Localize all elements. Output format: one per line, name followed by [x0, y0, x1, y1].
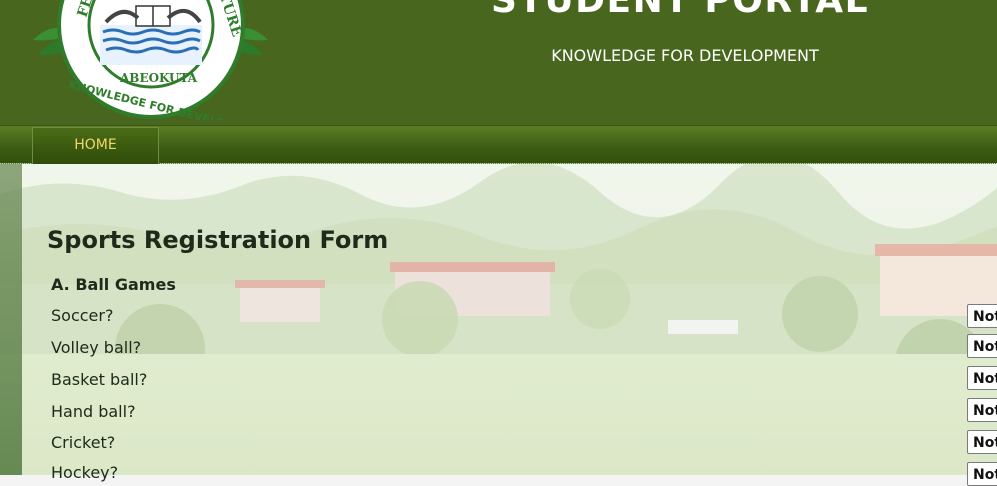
nav-item-home[interactable]: HOME [32, 127, 159, 164]
section-ball-games: A. Ball Games [51, 275, 176, 294]
hockey-select[interactable]: Not [967, 462, 997, 486]
basketball-select[interactable]: Not [967, 366, 997, 390]
cricket-label: Cricket? [51, 433, 116, 452]
hockey-label: Hockey? [51, 463, 119, 482]
form-title: Sports Registration Form [47, 226, 389, 254]
basketball-label: Basket ball? [51, 370, 148, 389]
soccer-label: Soccer? [51, 306, 114, 325]
left-decor-strip [0, 164, 22, 475]
university-logo: FEDERA ULTURE ABEOKUTA KNOWLEDGE FOR DEV… [33, 0, 269, 120]
site-header: FEDERA ULTURE ABEOKUTA KNOWLEDGE FOR DEV… [0, 0, 997, 126]
handball-label: Hand ball? [51, 402, 136, 421]
main-navbar: HOME [0, 126, 997, 164]
volleyball-select[interactable]: Not [967, 334, 997, 358]
soccer-select[interactable]: Not [967, 304, 997, 328]
handball-select[interactable]: Not [967, 398, 997, 422]
campus-background-image [0, 164, 997, 475]
cricket-select[interactable]: Not [967, 430, 997, 454]
portal-tagline: KNOWLEDGE FOR DEVELOPMENT [551, 46, 819, 65]
portal-title: STUDENT PORTAL [490, 0, 870, 21]
volleyball-label: Volley ball? [51, 338, 142, 357]
svg-text:ABEOKUTA: ABEOKUTA [119, 71, 198, 85]
